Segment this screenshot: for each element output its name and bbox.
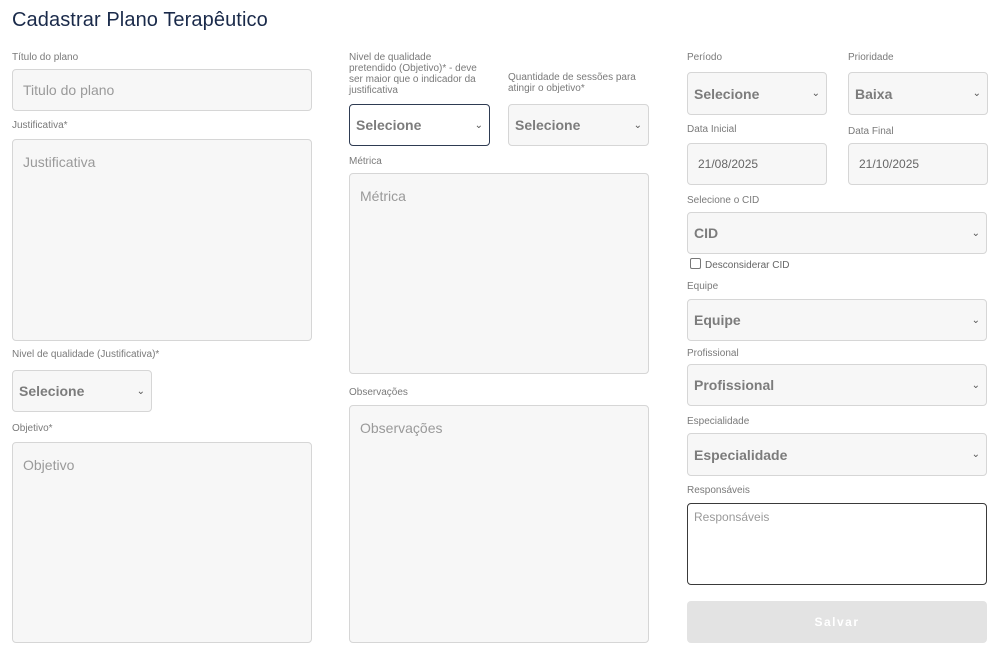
objetivo-label: Objetivo* [12, 423, 53, 434]
sessoes-select[interactable]: Selecione ⌄ [508, 104, 649, 146]
desconsiderar-cid-label: Desconsiderar CID [705, 260, 790, 271]
nivel-objetivo-value: Selecione [356, 117, 422, 133]
responsaveis-textarea[interactable]: Responsáveis [687, 503, 987, 585]
periodo-label: Período [687, 52, 723, 63]
page-title: Cadastrar Plano Terapêutico [12, 9, 268, 31]
titulo-input[interactable]: Titulo do plano [12, 69, 312, 111]
periodo-select[interactable]: Selecione ⌄ [687, 72, 827, 115]
profissional-select[interactable]: Profissional ⌄ [687, 364, 987, 406]
chevron-down-icon: ⌄ [633, 119, 642, 131]
chevron-down-icon: ⌄ [136, 385, 145, 397]
prioridade-value: Baixa [855, 85, 893, 102]
equipe-select[interactable]: Equipe ⌄ [687, 299, 987, 341]
responsaveis-placeholder: Responsáveis [694, 510, 770, 524]
equipe-value: Equipe [694, 312, 741, 328]
especialidade-select[interactable]: Especialidade ⌄ [687, 433, 987, 476]
metrica-label: Métrica [349, 156, 382, 167]
justificativa-textarea[interactable]: Justificativa [12, 139, 312, 341]
sessoes-value: Selecione [515, 117, 581, 133]
nivel-justificativa-value: Selecione [19, 383, 85, 399]
prioridade-label: Prioridade [848, 52, 894, 63]
metrica-placeholder: Métrica [360, 188, 406, 204]
chevron-down-icon: ⌄ [971, 227, 980, 239]
chevron-down-icon: ⌄ [971, 449, 980, 460]
especialidade-label: Especialidade [687, 416, 750, 427]
profissional-value: Profissional [694, 377, 775, 393]
cid-label: Selecione o CID [687, 195, 760, 206]
objetivo-placeholder: Objetivo [23, 457, 75, 473]
profissional-label: Profissional [687, 348, 739, 359]
cid-select[interactable]: CID ⌄ [687, 212, 987, 254]
chevron-down-icon: ⌄ [971, 379, 980, 391]
justificativa-placeholder: Justificativa [23, 154, 96, 170]
salvar-button[interactable]: Salvar [687, 601, 987, 643]
nivel-objetivo-label-3: ser maior que o indicador da [349, 74, 476, 85]
data-final-input[interactable]: 21/10/2025 [848, 143, 988, 185]
chevron-down-icon: ⌄ [971, 314, 980, 326]
objetivo-textarea[interactable]: Objetivo [12, 442, 312, 643]
responsaveis-label: Responsáveis [687, 485, 750, 496]
sessoes-label-1: Quantidade de sessões para [508, 72, 636, 83]
data-inicial-label: Data Inicial [687, 124, 737, 135]
sessoes-label-2: atingir o objetivo* [508, 83, 585, 94]
observacoes-placeholder: Observações [360, 420, 443, 436]
observacoes-textarea[interactable]: Observações [349, 405, 649, 643]
nivel-objetivo-label-2: pretendido (Objetivo)* - deve [349, 63, 477, 74]
data-inicial-input[interactable]: 21/08/2025 [687, 143, 827, 185]
observacoes-label: Observações [349, 387, 408, 398]
periodo-value: Selecione [694, 85, 760, 102]
especialidade-value: Especialidade [694, 446, 788, 463]
nivel-justificativa-label: Nivel de qualidade (Justificativa)* [12, 349, 160, 360]
desconsiderar-cid-checkbox[interactable] [690, 258, 701, 269]
prioridade-select[interactable]: Baixa ⌄ [848, 72, 988, 115]
nivel-objetivo-label-1: Nivel de qualidade [349, 52, 432, 63]
equipe-label: Equipe [687, 281, 719, 292]
data-final-label: Data Final [848, 126, 894, 137]
titulo-label: Título do plano [12, 52, 79, 63]
chevron-down-icon: ⌄ [811, 88, 820, 99]
chevron-down-icon: ⌄ [474, 119, 483, 131]
chevron-down-icon: ⌄ [972, 88, 981, 99]
justificativa-label: Justificativa* [12, 120, 68, 131]
cid-value: CID [694, 225, 719, 241]
nivel-objetivo-label-4: justificativa [349, 85, 398, 96]
metrica-textarea[interactable]: Métrica [349, 173, 649, 374]
nivel-justificativa-select[interactable]: Selecione ⌄ [12, 370, 152, 412]
nivel-objetivo-select[interactable]: Selecione ⌄ [349, 104, 490, 146]
